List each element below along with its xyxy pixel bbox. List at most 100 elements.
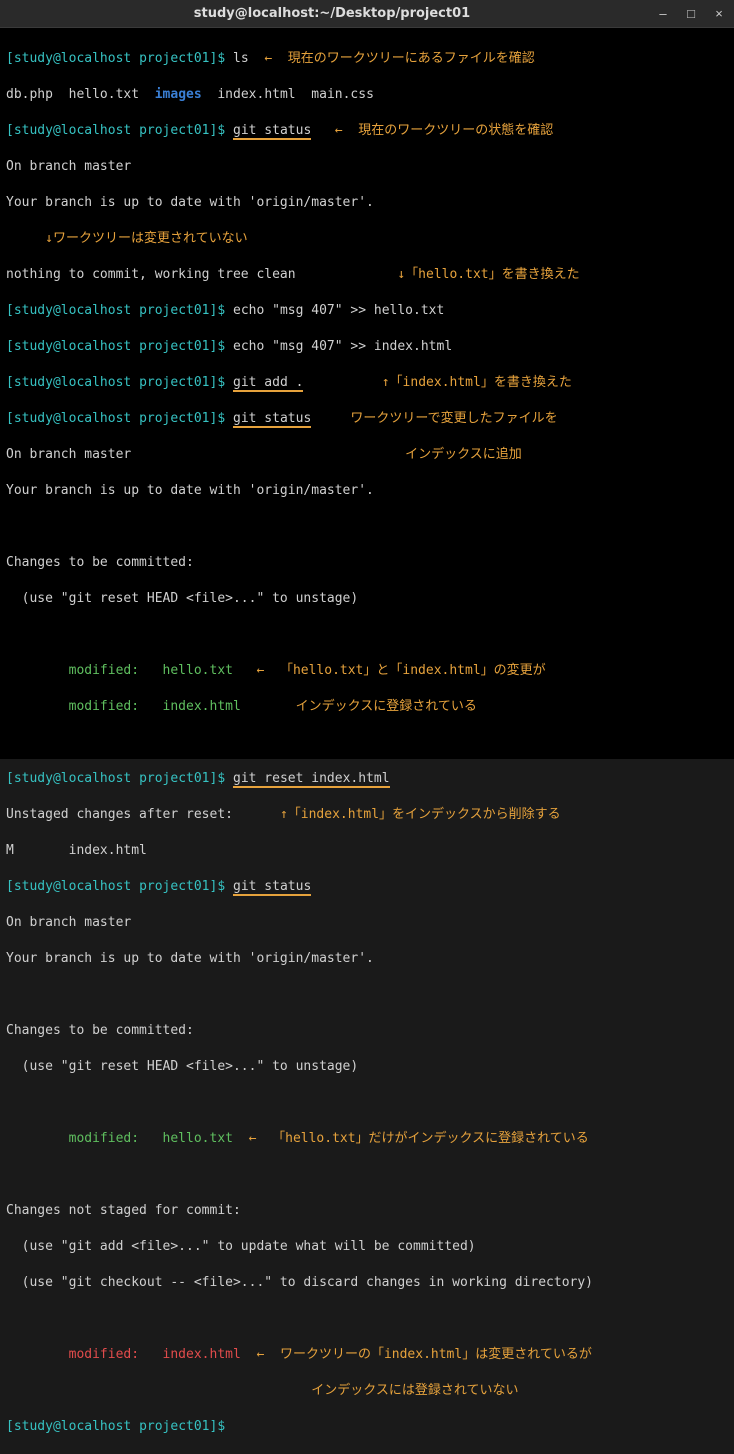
prompt-close: ] (210, 879, 218, 894)
output-not-staged: Changes not staged for commit: (6, 1203, 241, 1218)
cmd-echo-hello: echo "msg 407" >> hello.txt (233, 303, 444, 318)
output-mod-hello: modified: hello.txt (6, 663, 233, 678)
prompt-dollar: $ (217, 375, 225, 390)
prompt-open: [ (6, 771, 14, 786)
output-branch: On branch master (6, 159, 131, 174)
prompt-open: [ (6, 123, 14, 138)
output-changes: Changes to be committed: (6, 1023, 194, 1038)
prompt-dollar: $ (217, 411, 225, 426)
prompt-dollar: $ (217, 51, 225, 66)
maximize-button[interactable]: □ (684, 7, 698, 21)
prompt-sep (131, 123, 139, 138)
output-uptodate: Your branch is up to date with 'origin/m… (6, 483, 374, 498)
prompt-open: [ (6, 1419, 14, 1434)
prompt-user: study@localhost (14, 303, 131, 318)
output-mod-index-red: modified: index.html (6, 1347, 241, 1362)
prompt-sep (131, 411, 139, 426)
prompt-path: project01 (139, 303, 209, 318)
prompt-user: study@localhost (14, 123, 131, 138)
prompt-open: [ (6, 303, 14, 318)
prompt-path: project01 (139, 879, 209, 894)
window-titlebar: study@localhost:~/Desktop/project01 – □ … (0, 0, 734, 28)
prompt-open: [ (6, 339, 14, 354)
output-changes: Changes to be committed: (6, 555, 194, 570)
output-unstaged: Unstaged changes after reset: (6, 807, 233, 822)
prompt-sep (131, 1419, 139, 1434)
output-uptodate: Your branch is up to date with 'origin/m… (6, 195, 374, 210)
output-use-reset: (use "git reset HEAD <file>..." to unsta… (6, 591, 358, 606)
annotation: インデックスに登録されている (296, 699, 477, 714)
output-mod-hello: modified: hello.txt (6, 1131, 233, 1146)
cmd-git-reset: git reset index.html (233, 771, 390, 788)
prompt-dollar: $ (217, 339, 225, 354)
prompt-close: ] (210, 1419, 218, 1434)
prompt-sep (131, 879, 139, 894)
output-branch: On branch master (6, 447, 131, 462)
prompt-path: project01 (139, 339, 209, 354)
output-use-add: (use "git add <file>..." to update what … (6, 1239, 476, 1254)
output-branch: On branch master (6, 915, 131, 930)
terminal-body[interactable]: [study@localhost project01]$ ls ← 現在のワーク… (0, 28, 734, 759)
annotation: ワークツリーで変更したファイルを (350, 411, 557, 426)
prompt-open: [ (6, 375, 14, 390)
annotation: ← ワークツリーの「index.html」は変更されているが (256, 1347, 591, 1362)
prompt-sep (131, 303, 139, 318)
prompt-path: project01 (139, 411, 209, 426)
file-hello: hello.txt (69, 87, 139, 102)
annotation: ← 現在のワークツリーにあるファイルを確認 (264, 51, 534, 66)
annotation: ↓「hello.txt」を書き換えた (397, 267, 579, 282)
cmd-git-status: git status (233, 123, 311, 140)
prompt-open: [ (6, 411, 14, 426)
file-images: images (155, 87, 202, 102)
annotation: ← 「hello.txt」と「index.html」の変更が (256, 663, 545, 678)
annotation: ← 「hello.txt」だけがインデックスに登録されている (249, 1131, 589, 1146)
prompt-dollar: $ (217, 303, 225, 318)
prompt-dollar: $ (217, 1419, 225, 1434)
prompt-path: project01 (139, 375, 209, 390)
output-m-index: M index.html (6, 843, 147, 858)
file-index: index.html (217, 87, 295, 102)
prompt-user: study@localhost (14, 51, 131, 66)
output-uptodate: Your branch is up to date with 'origin/m… (6, 951, 374, 966)
file-main: main.css (311, 87, 374, 102)
prompt-sep (131, 375, 139, 390)
close-button[interactable]: × (712, 7, 726, 21)
file-db: db.php (6, 87, 53, 102)
prompt-path: project01 (139, 123, 209, 138)
prompt-user: study@localhost (14, 339, 131, 354)
output-use-checkout: (use "git checkout -- <file>..." to disc… (6, 1275, 593, 1290)
annotation: ↑「index.html」をインデックスから削除する (280, 807, 561, 822)
prompt-open: [ (6, 51, 14, 66)
minimize-button[interactable]: – (656, 7, 670, 21)
prompt-sep (131, 51, 139, 66)
cmd-git-status: git status (233, 879, 311, 896)
window-controls: – □ × (656, 7, 726, 21)
annotation: インデックスに追加 (405, 447, 522, 462)
prompt-user: study@localhost (14, 375, 131, 390)
prompt-sep (131, 771, 139, 786)
prompt-user: study@localhost (14, 771, 131, 786)
cmd-ls: ls (233, 51, 249, 66)
prompt-user: study@localhost (14, 879, 131, 894)
prompt-dollar: $ (217, 123, 225, 138)
cmd-echo-index: echo "msg 407" >> index.html (233, 339, 452, 354)
prompt-user: study@localhost (14, 411, 131, 426)
prompt-path: project01 (139, 51, 209, 66)
prompt-sep (131, 339, 139, 354)
annotation: ↑「index.html」を書き換えた (382, 375, 572, 390)
prompt-path: project01 (139, 771, 209, 786)
annotation: ↓ワークツリーは変更されていない (45, 231, 247, 246)
annotation: インデックスには登録されていない (311, 1383, 518, 1398)
cmd-git-add: git add . (233, 375, 303, 392)
cmd-git-status: git status (233, 411, 311, 428)
prompt-path: project01 (139, 1419, 209, 1434)
prompt-dollar: $ (217, 771, 225, 786)
prompt-open: [ (6, 879, 14, 894)
output-mod-index: modified: index.html (6, 699, 241, 714)
prompt-dollar: $ (217, 879, 225, 894)
output-use-reset: (use "git reset HEAD <file>..." to unsta… (6, 1059, 358, 1074)
window-title: study@localhost:~/Desktop/project01 (8, 6, 656, 21)
prompt-close: ] (210, 771, 218, 786)
output-nothing: nothing to commit, working tree clean (6, 267, 296, 282)
prompt-user: study@localhost (14, 1419, 131, 1434)
